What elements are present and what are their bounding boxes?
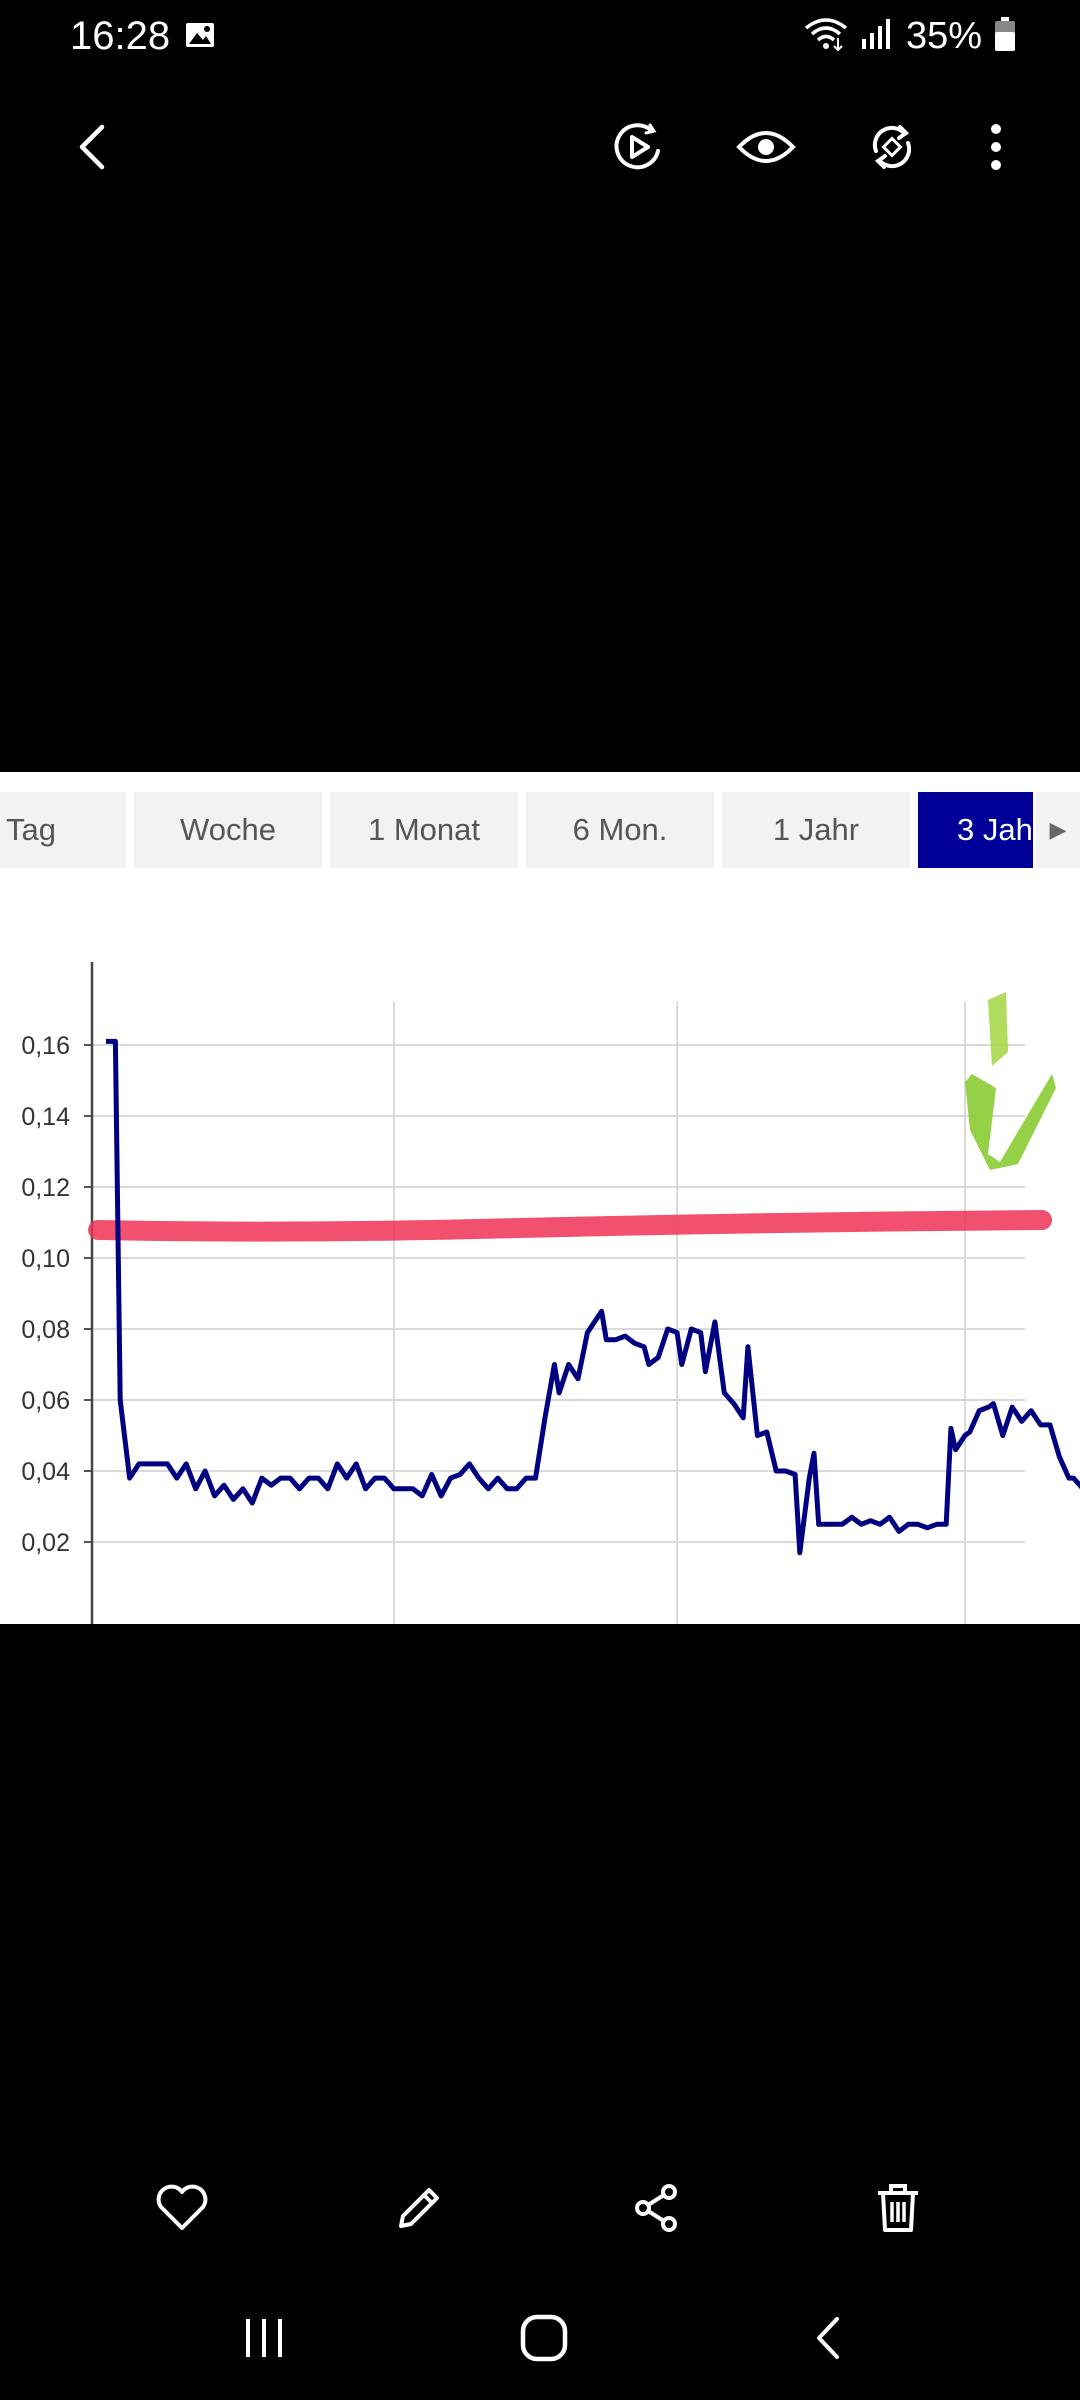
more-options-button[interactable]: [956, 109, 1036, 189]
share-button[interactable]: [612, 2165, 702, 2255]
rotate-button[interactable]: [852, 109, 932, 189]
view-button[interactable]: [726, 109, 806, 189]
status-bar: 16:28 35%: [0, 0, 1080, 72]
recents-button[interactable]: [214, 2295, 314, 2385]
play-right-icon: ▶: [1036, 792, 1080, 868]
gallery-icon: [185, 20, 215, 50]
system-nav-bar: [0, 2290, 1080, 2390]
tab-3-jahre: 3 Jah: [918, 792, 1033, 868]
highlight-annotation: [88, 1210, 1052, 1242]
rotate-icon: [866, 121, 918, 178]
tab-1-monat: 1 Monat: [330, 792, 518, 868]
tab-label: 1 Jahr: [772, 812, 860, 847]
check-mark-stroke: [988, 992, 1008, 1066]
nav-back-button[interactable]: [778, 2295, 878, 2385]
home-icon: [519, 2313, 569, 2368]
video-play-button[interactable]: [598, 109, 678, 189]
share-icon: [631, 2182, 683, 2239]
period-tabs: Tag Woche 1 Monat 6 Mon. 1 Jahr 3 Jah ▶: [0, 792, 1080, 868]
y-tick-labels: 0,16 0,14 0,12 0,10 0,08 0,06 0,04 0,02: [21, 1032, 70, 1557]
back-icon: [72, 123, 112, 176]
viewer-top-bar: [0, 100, 1080, 200]
y-tick-label: 0,04: [21, 1458, 70, 1486]
tab-1-jahr: 1 Jahr: [722, 792, 910, 868]
more-vert-icon: [989, 122, 1003, 177]
back-button[interactable]: [52, 109, 132, 189]
y-tick-label: 0,06: [21, 1387, 70, 1415]
trash-icon: [875, 2182, 921, 2239]
battery-icon: [994, 16, 1016, 57]
heart-icon: [155, 2184, 209, 2237]
delete-button[interactable]: [853, 2165, 943, 2255]
status-icons: 35%: [804, 14, 1016, 58]
chart-grid: [92, 1002, 1025, 1624]
home-button[interactable]: [494, 2295, 594, 2385]
eye-icon: [736, 127, 796, 172]
tab-label: 1 Monat: [367, 812, 480, 847]
tab-tag: Tag: [0, 792, 126, 868]
highlight-line: [88, 1210, 1052, 1242]
y-tick-label: 0,08: [21, 1316, 70, 1344]
photo-image[interactable]: Tag Woche 1 Monat 6 Mon. 1 Jahr 3 Jah ▶ …: [0, 772, 1080, 1624]
tab-label: Woche: [180, 812, 276, 847]
video-play-icon: [612, 121, 664, 178]
viewer-bottom-bar: [0, 2160, 1080, 2260]
series-line: [106, 1038, 1080, 1556]
battery-percent: 35%: [905, 14, 982, 57]
tab-label: Tag: [6, 812, 56, 847]
tab-label: 6 Mon.: [572, 812, 668, 847]
tab-label: 3 Jah: [957, 812, 1033, 847]
price-line: [106, 1038, 1080, 1556]
price-chart: 0,160,140,120,100,080,060,040,02 Nov2020…: [21, 962, 1080, 1624]
y-tick-label: 0,02: [21, 1529, 70, 1557]
wifi-icon: [804, 16, 848, 57]
check-mark-annotation: [965, 992, 1056, 1170]
y-tick-label: 0,10: [21, 1245, 70, 1273]
y-tick-label: 0,14: [21, 1103, 70, 1131]
favorite-button[interactable]: [137, 2165, 227, 2255]
check-mark: [965, 1074, 1056, 1170]
edit-pencil-icon: [393, 2182, 445, 2239]
chart-axes: [84, 962, 94, 1624]
y-tick-label: 0,16: [21, 1032, 70, 1060]
edit-button[interactable]: [374, 2165, 464, 2255]
signal-icon: [860, 17, 894, 56]
status-time: 16:28: [70, 14, 171, 58]
y-tick-label: 0,12: [21, 1174, 70, 1202]
nav-back-icon: [813, 2315, 843, 2366]
tab-6-mon: 6 Mon.: [526, 792, 714, 868]
tab-woche: Woche: [134, 792, 322, 868]
recents-icon: [242, 2317, 286, 2364]
